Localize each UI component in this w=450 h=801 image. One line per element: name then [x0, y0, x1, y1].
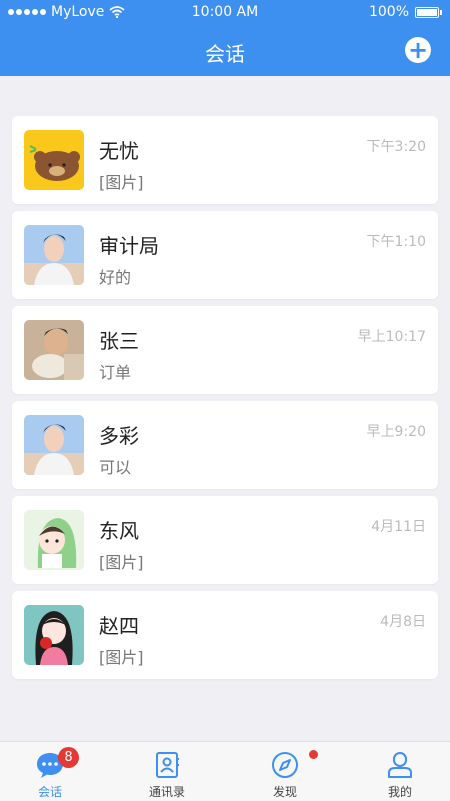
tab-label: 我的 — [387, 785, 412, 799]
message-time: 早上9:20 — [366, 424, 426, 440]
conversation-item[interactable]: 赵四 [图片] 4月8日 — [12, 591, 438, 679]
message-preview: 可以 — [99, 458, 132, 477]
user-profile-icon — [388, 752, 412, 778]
battery-cap — [440, 9, 442, 15]
battery-percent: 100% — [368, 4, 409, 20]
message-time: 下午3:20 — [366, 139, 426, 155]
notification-dot — [309, 750, 318, 759]
conversation-item[interactable]: 审计局 好的 下午1:10 — [12, 211, 438, 299]
conversation-item[interactable]: 东风 [图片] 4月11日 — [12, 496, 438, 584]
message-time: 下午1:10 — [366, 234, 426, 250]
page-title: 会话 — [205, 42, 245, 66]
compass-icon — [272, 752, 298, 778]
avatar — [24, 605, 84, 665]
message-preview: 订单 — [99, 363, 132, 382]
avatar — [24, 130, 84, 190]
tab-me[interactable]: 我的 — [350, 742, 450, 801]
conversation-item[interactable]: 张三 订单 早上10:17 — [12, 306, 438, 394]
avatar — [24, 225, 84, 285]
message-preview: [图片] — [99, 553, 144, 572]
message-preview: 好的 — [99, 268, 132, 287]
tab-label: 会话 — [37, 785, 62, 799]
tab-label: 发现 — [272, 785, 297, 799]
unread-badge: 8 — [58, 747, 79, 768]
contacts-book-icon — [156, 752, 179, 778]
message-time: 4月8日 — [380, 614, 426, 630]
contact-name: 多彩 — [99, 424, 139, 448]
contact-name: 东风 — [99, 519, 139, 543]
nav-bar: 会话 + — [0, 26, 450, 76]
tab-bar: 8 会话 通讯录 发现 我的 — [0, 741, 450, 801]
conversation-item[interactable]: 多彩 可以 早上9:20 — [12, 401, 438, 489]
conversation-item[interactable]: 无忧 [图片] 下午3:20 — [12, 116, 438, 204]
message-time: 4月11日 — [371, 519, 426, 535]
contact-name: 审计局 — [99, 234, 159, 258]
status-bar: MyLove 10:00 AM 100% — [0, 0, 450, 26]
contact-name: 赵四 — [99, 614, 139, 638]
battery-icon — [415, 6, 439, 18]
battery-area: 100% — [369, 4, 442, 20]
tab-discover[interactable]: 发现 — [235, 742, 335, 801]
avatar — [24, 415, 84, 475]
tab-contacts[interactable]: 通讯录 — [117, 742, 217, 801]
contact-name: 张三 — [99, 329, 139, 353]
avatar — [24, 320, 84, 380]
tab-chats[interactable]: 8 会话 — [0, 742, 100, 801]
add-button[interactable]: + — [405, 37, 431, 63]
avatar — [24, 510, 84, 570]
contact-name: 无忧 — [99, 139, 139, 163]
message-time: 早上10:17 — [357, 329, 426, 345]
message-preview: [图片] — [99, 648, 144, 667]
plus-circle-icon: + — [407, 36, 429, 64]
message-preview: [图片] — [99, 173, 144, 192]
tab-label: 通讯录 — [148, 785, 185, 799]
